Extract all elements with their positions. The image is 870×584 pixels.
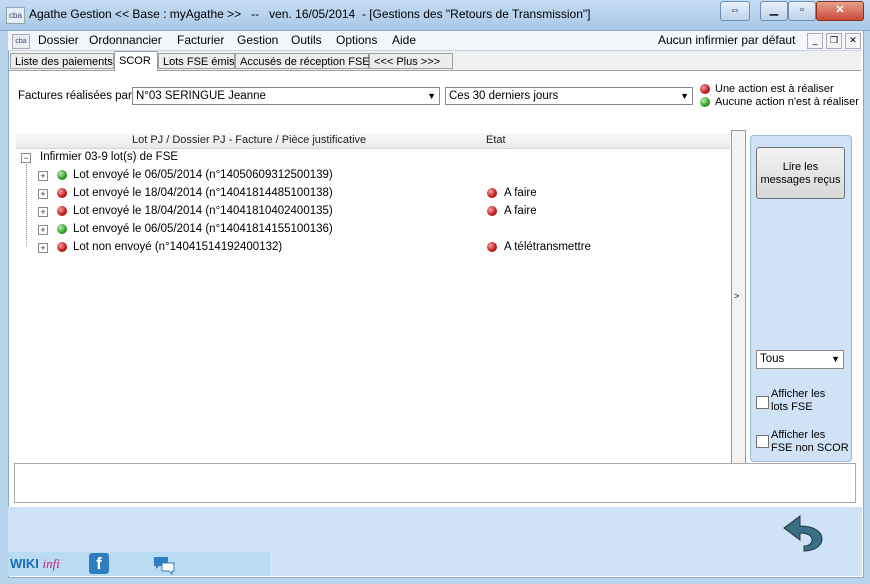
filter-select[interactable]: Tous ▼ — [756, 350, 844, 369]
tree-row[interactable]: Lot envoyé le 18/04/2014 (n°140418144851… — [73, 187, 333, 199]
tab-accuses-reception[interactable]: Accusés de réception FSE — [235, 53, 370, 69]
legend-action-required: Une action est à réaliser — [715, 83, 834, 95]
mdi-minimize-button[interactable]: _ — [807, 33, 823, 49]
red-status-icon — [700, 84, 710, 94]
document-icon[interactable]: cba — [12, 34, 30, 49]
period-value: Ces 30 derniers jours — [449, 90, 559, 102]
show-non-scor-checkbox[interactable] — [756, 435, 769, 448]
infi-label: infi — [42, 556, 60, 571]
menu-options[interactable]: Options — [336, 33, 377, 47]
window-title: Agathe Gestion << Base : myAgathe >> -- … — [29, 7, 591, 21]
red-status-icon — [57, 206, 67, 216]
tab-lots-fse-emis[interactable]: Lots FSE émis — [158, 53, 235, 69]
green-status-icon — [700, 97, 710, 107]
practitioner-value: N°03 SERINGUE Jeanne — [136, 90, 266, 102]
tab-liste-des-paiements[interactable]: Liste des paiements — [10, 53, 114, 69]
expand-icon[interactable]: + — [38, 189, 48, 199]
tree-connector — [26, 164, 27, 246]
red-status-icon — [487, 188, 497, 198]
expand-icon[interactable]: + — [38, 243, 48, 253]
red-status-icon — [57, 188, 67, 198]
wiki-label: WIKI — [10, 556, 39, 571]
practitioner-select[interactable]: N°03 SERINGUE Jeanne ▼ — [132, 87, 440, 105]
row-state: A faire — [504, 205, 537, 217]
column-header-lot[interactable]: Lot PJ / Dossier PJ - Facture / Pièce ju… — [132, 133, 366, 148]
tree-row[interactable]: Lot non envoyé (n°14041514192400132) — [73, 241, 282, 253]
tree-row[interactable]: Lot envoyé le 06/05/2014 (n°140506093125… — [73, 169, 333, 181]
chevron-down-icon: ▼ — [680, 91, 689, 101]
app-icon[interactable]: cba — [6, 7, 25, 24]
tab-plus[interactable]: <<< Plus >>> — [369, 53, 453, 69]
back-arrow-icon[interactable] — [778, 512, 826, 555]
read-messages-label: Lire les messages reçus — [760, 161, 841, 186]
chevron-down-icon: ▼ — [831, 354, 840, 364]
maximize-button[interactable]: ▫ — [788, 1, 816, 21]
column-header-etat[interactable]: Etat — [486, 133, 506, 148]
expand-icon[interactable]: + — [38, 225, 48, 235]
details-box[interactable] — [14, 463, 856, 503]
tree-root[interactable]: Infirmier 03-9 lot(s) de FSE — [40, 151, 178, 163]
collapse-icon[interactable]: − — [21, 153, 31, 163]
menu-aide[interactable]: Aide — [392, 33, 416, 47]
facebook-icon[interactable]: f — [89, 553, 109, 574]
row-state: A télétransmettre — [504, 241, 591, 253]
lots-tree[interactable] — [16, 133, 730, 458]
show-fse-lots-label: Afficher les lots FSE — [771, 388, 826, 413]
mdi-close-button[interactable]: ✕ — [845, 33, 861, 49]
period-select[interactable]: Ces 30 derniers jours ▼ — [445, 87, 693, 105]
default-nurse-status: Aucun infirmier par défaut — [658, 33, 796, 47]
read-messages-button[interactable]: Lire les messages reçus — [756, 147, 845, 199]
red-status-icon — [487, 242, 497, 252]
menu-ordonnancier[interactable]: Ordonnancier — [89, 33, 162, 47]
chevron-down-icon: ▼ — [427, 91, 436, 101]
row-state: A faire — [504, 187, 537, 199]
menu-outils[interactable]: Outils — [291, 33, 322, 47]
expand-panel-icon[interactable]: > — [734, 291, 739, 301]
bottom-band — [8, 507, 862, 552]
tree-row[interactable]: Lot envoyé le 06/05/2014 (n°140418141551… — [73, 223, 333, 235]
resize-icon[interactable]: ⇔ — [720, 1, 750, 21]
wiki-link[interactable]: WIKI infi — [10, 556, 60, 572]
red-status-icon — [57, 242, 67, 252]
green-status-icon — [57, 170, 67, 180]
show-non-scor-label: Afficher les FSE non SCOR — [771, 429, 849, 454]
chat-icon[interactable] — [152, 555, 176, 578]
close-button[interactable]: ✕ — [816, 1, 864, 21]
tab-scor[interactable]: SCOR — [114, 51, 158, 71]
invoices-by-label: Factures réalisées par: — [18, 90, 135, 102]
legend-no-action: Aucune action n'est à réaliser — [715, 96, 859, 108]
menu-dossier[interactable]: Dossier — [38, 33, 79, 47]
filter-value: Tous — [760, 353, 785, 365]
expand-icon[interactable]: + — [38, 171, 48, 181]
minimize-button[interactable]: ▁ — [760, 1, 788, 21]
red-status-icon — [487, 206, 497, 216]
menu-gestion[interactable]: Gestion — [237, 33, 278, 47]
green-status-icon — [57, 224, 67, 234]
show-fse-lots-checkbox[interactable] — [756, 396, 769, 409]
mdi-restore-button[interactable]: ❐ — [826, 33, 842, 49]
tree-row[interactable]: Lot envoyé le 18/04/2014 (n°140418104024… — [73, 205, 333, 217]
expand-icon[interactable]: + — [38, 207, 48, 217]
tree-header — [16, 133, 730, 149]
menu-facturier[interactable]: Facturier — [177, 33, 224, 47]
